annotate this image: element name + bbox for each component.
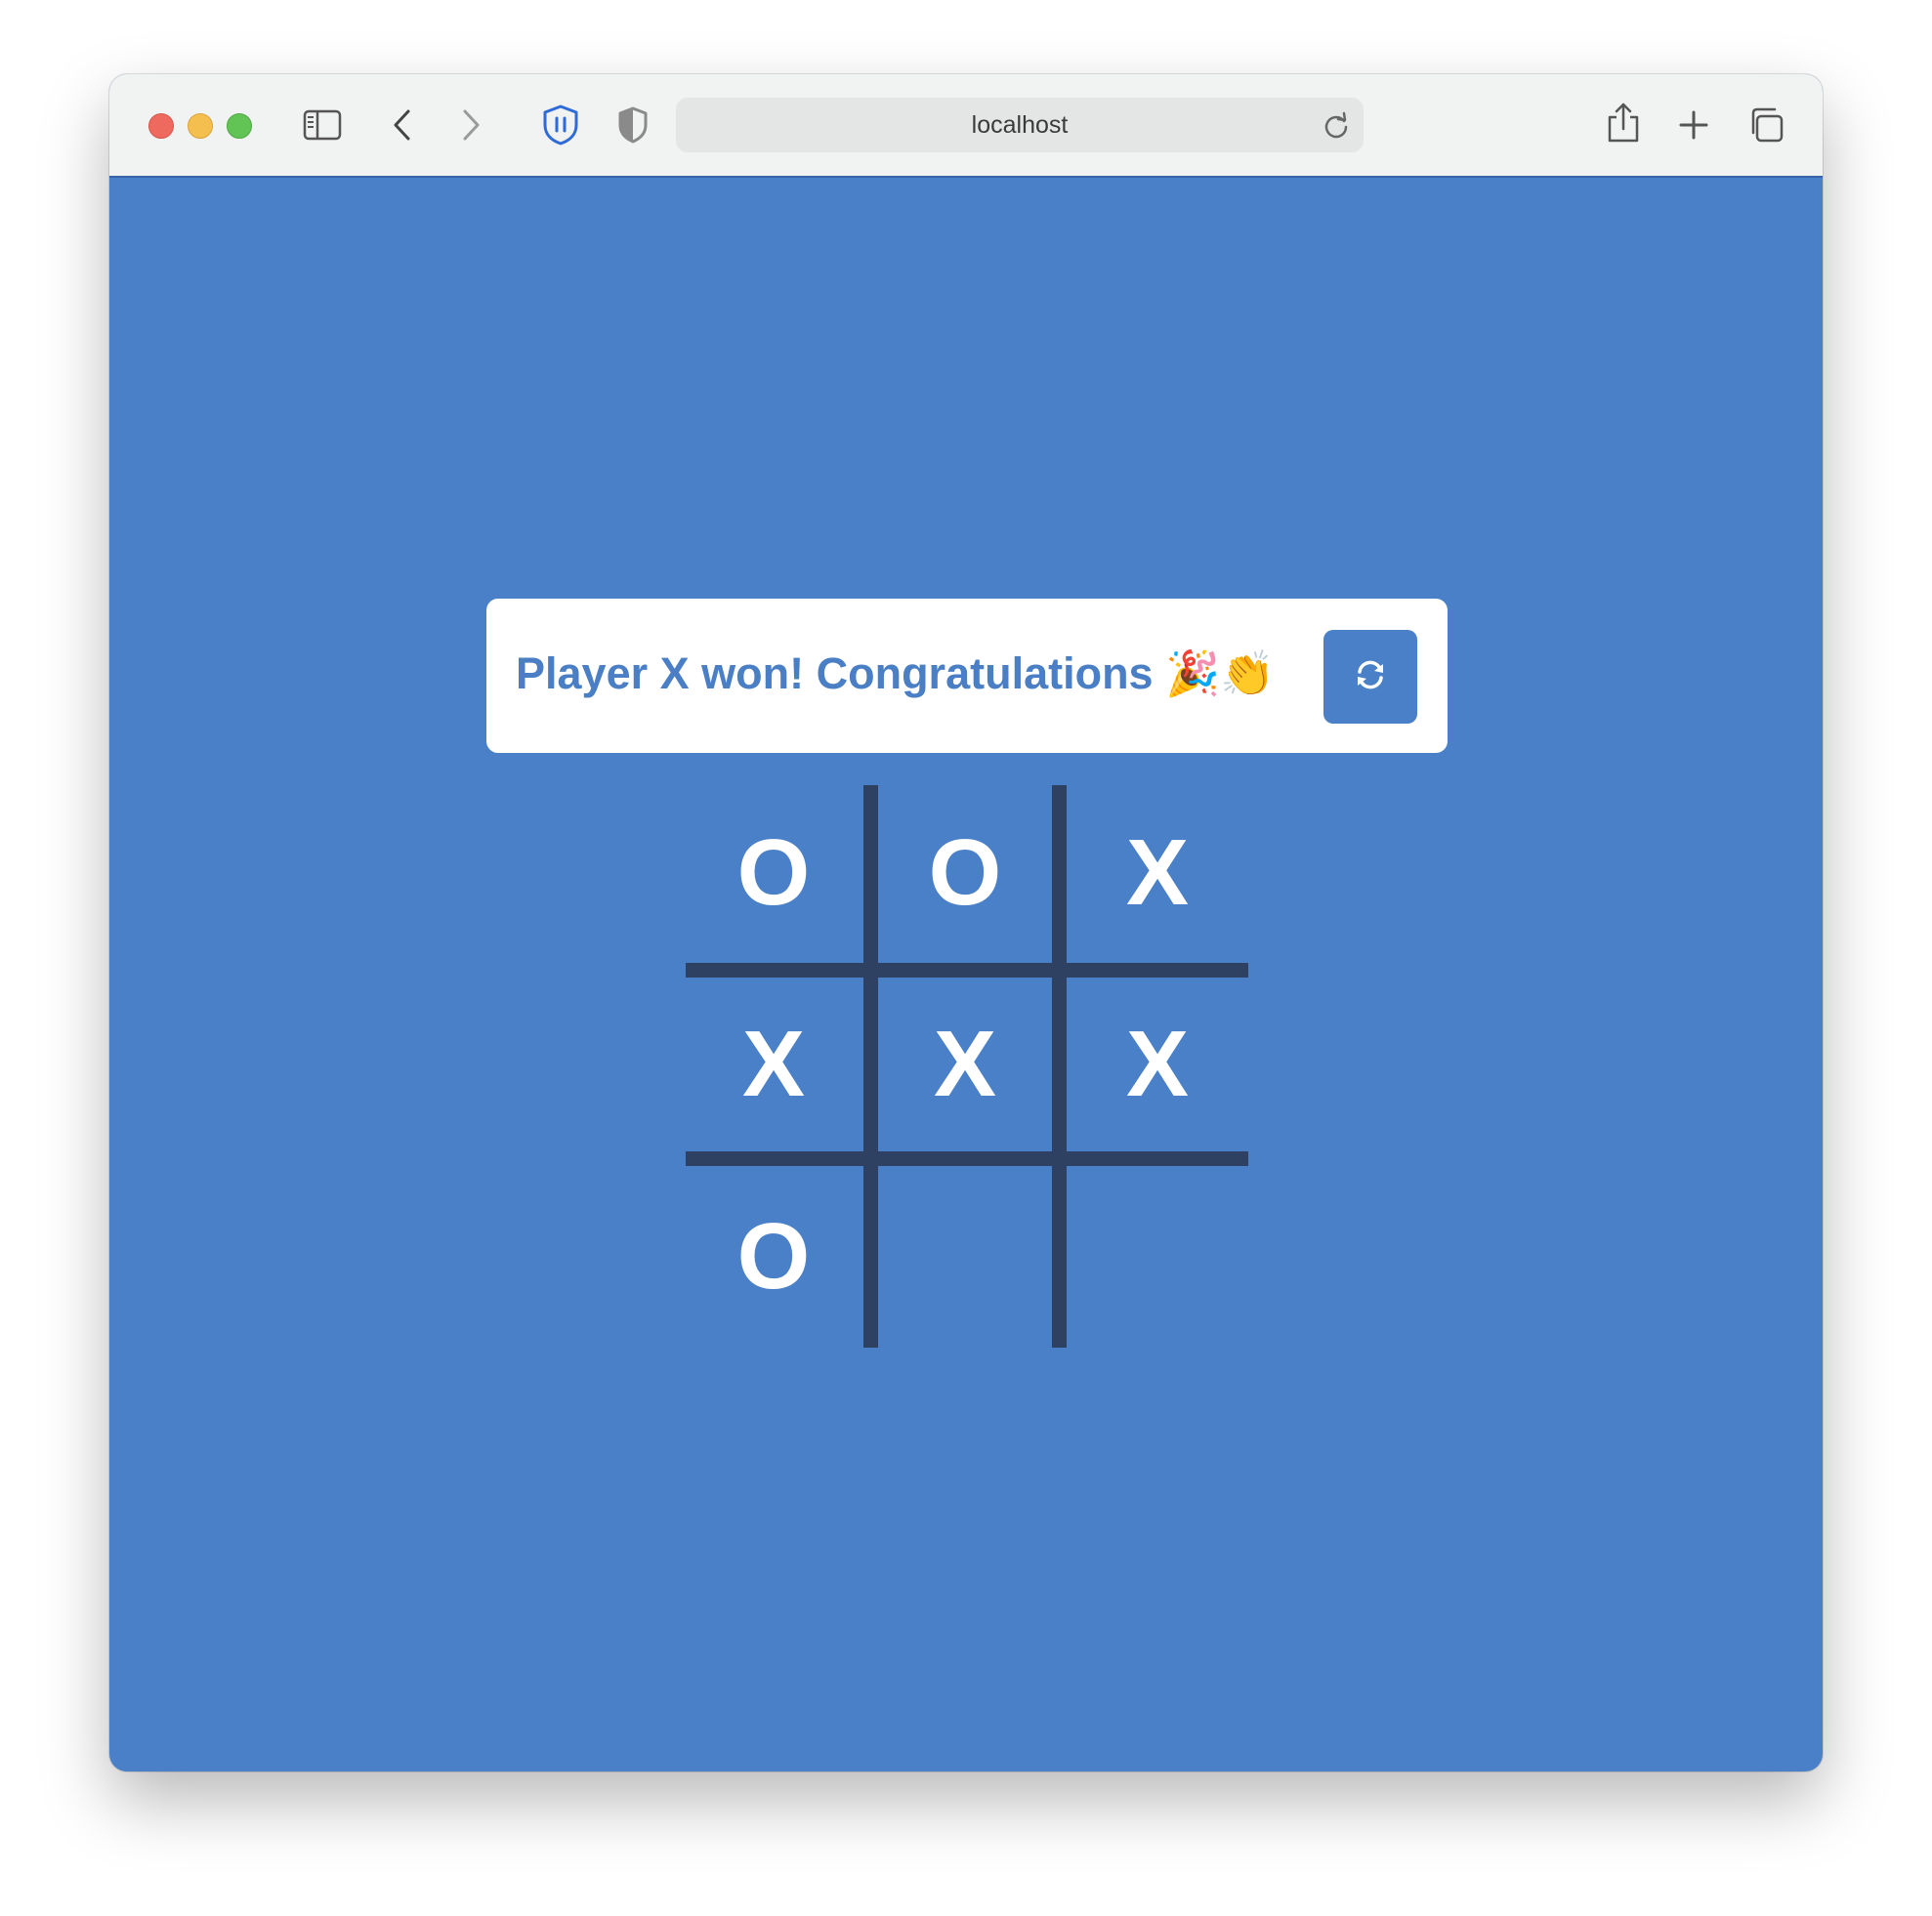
board-cell[interactable]: X — [1070, 977, 1245, 1152]
board-cell[interactable]: X — [686, 977, 861, 1152]
tab-overview-icon[interactable] — [1744, 104, 1787, 146]
chevron-right-icon[interactable] — [451, 105, 490, 145]
reload-icon[interactable] — [1323, 111, 1350, 144]
grid-line — [686, 963, 1248, 978]
sidebar-icon[interactable] — [301, 105, 344, 145]
board-cell[interactable] — [877, 1169, 1053, 1345]
game-status-card: Player X won! Congratulations 🎉👏 — [486, 599, 1448, 753]
browser-toolbar: localhost — [109, 74, 1823, 178]
board-cell[interactable]: X — [877, 977, 1053, 1152]
chevron-left-icon[interactable] — [383, 105, 422, 145]
url-text: localhost — [971, 111, 1069, 139]
board-cell[interactable]: O — [877, 785, 1053, 961]
minimize-window-button[interactable] — [188, 113, 213, 139]
board-cell[interactable] — [1070, 1169, 1245, 1345]
address-bar[interactable]: localhost — [676, 98, 1364, 152]
restart-button[interactable] — [1323, 630, 1417, 724]
grid-line — [686, 1151, 1248, 1166]
browser-window: localhost Player X won! Congratulations … — [109, 74, 1823, 1771]
board-cell[interactable]: O — [686, 1169, 861, 1345]
board-cell[interactable]: O — [686, 785, 861, 961]
game-status-message: Player X won! Congratulations 🎉👏 — [516, 648, 1276, 698]
plus-icon[interactable] — [1674, 105, 1713, 145]
share-icon[interactable] — [1604, 100, 1643, 146]
close-window-button[interactable] — [148, 113, 174, 139]
restart-icon — [1353, 657, 1388, 697]
game-board: O O X X X X O — [686, 785, 1248, 1348]
shield-half-icon[interactable] — [615, 104, 651, 146]
board-cell[interactable]: X — [1070, 785, 1245, 961]
shield-pause-icon[interactable] — [539, 102, 582, 148]
grid-line — [1052, 785, 1067, 1348]
grid-line — [863, 785, 878, 1348]
maximize-window-button[interactable] — [227, 113, 252, 139]
